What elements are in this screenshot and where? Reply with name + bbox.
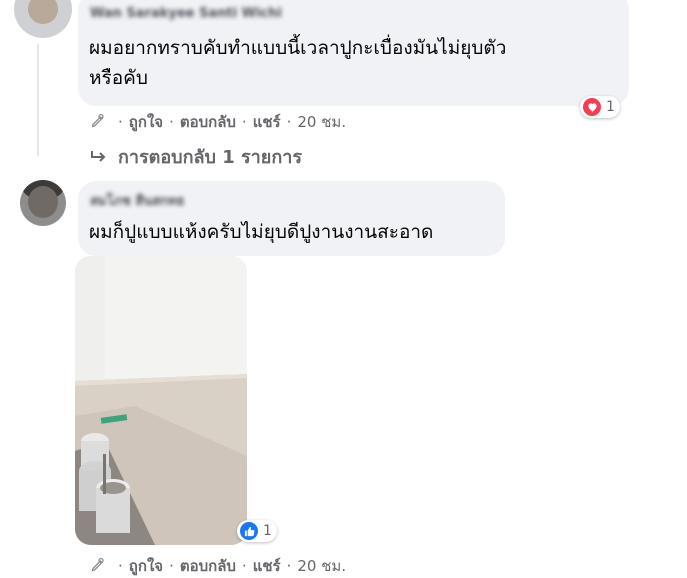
reply-arrow-icon (90, 149, 108, 165)
photo-floor-tiling (75, 256, 247, 545)
heart-icon (583, 98, 601, 116)
reply-button[interactable]: ตอบกลับ (180, 554, 236, 578)
view-replies-label: การตอบกลับ 1 รายการ (118, 147, 303, 168)
edit-history-icon (90, 112, 106, 132)
reaction-count: 1 (606, 99, 615, 115)
like-button[interactable]: ถูกใจ (129, 110, 163, 134)
share-button[interactable]: แชร์ (253, 554, 281, 578)
comment-actions: · ถูกใจ · ตอบกลับ · แชร์ · 20 ชม. (90, 110, 346, 134)
thread-line (37, 44, 39, 156)
separator: · (118, 113, 123, 131)
edit-history-icon (90, 556, 106, 576)
comment-photo[interactable] (75, 256, 247, 545)
separator: · (241, 113, 247, 131)
avatar[interactable] (20, 180, 66, 226)
comment-author[interactable]: สมโภช สีนสกทธ (90, 190, 185, 211)
avatar[interactable] (14, 0, 72, 38)
comment-bubble: Wan Sarakyee Santi Wichi ผมอยากทราบคับทำ… (78, 0, 629, 106)
separator: · (118, 557, 123, 575)
separator: · (286, 557, 292, 575)
view-replies-link[interactable]: การตอบกลับ 1 รายการ (90, 142, 302, 171)
comment-text-line: ผมอยากทราบคับทำแบบนี้เวลาปูกะเบื่องมันไม… (89, 37, 507, 59)
reaction-badge[interactable]: 1 (237, 520, 277, 542)
comment-author[interactable]: Wan Sarakyee Santi Wichi (90, 6, 282, 21)
like-button[interactable]: ถูกใจ (129, 554, 163, 578)
reply-button[interactable]: ตอบกลับ (180, 110, 236, 134)
share-button[interactable]: แชร์ (253, 110, 281, 134)
timestamp[interactable]: 20 ชม. (297, 554, 346, 578)
separator: · (241, 557, 247, 575)
comment-bubble: สมโภช สีนสกทธ ผมก็ปูแบบแห้งครับไม่ยุบดีป… (78, 181, 505, 256)
comment-actions: · ถูกใจ · ตอบกลับ · แชร์ · 20 ชม. (90, 554, 346, 578)
comment-text: ผมก็ปูแบบแห้งครับไม่ยุบดีปูงานงานสะอาด (89, 221, 434, 243)
timestamp[interactable]: 20 ชม. (297, 110, 346, 134)
separator: · (169, 113, 174, 131)
comment-text-line: หรือคับ (89, 67, 148, 89)
like-icon (240, 522, 258, 540)
comment-text: ผมอยากทราบคับทำแบบนี้เวลาปูกะเบื่องมันไม… (89, 33, 506, 93)
separator: · (286, 113, 292, 131)
reaction-badge[interactable]: 1 (580, 96, 620, 118)
separator: · (169, 557, 174, 575)
reaction-count: 1 (263, 523, 272, 539)
